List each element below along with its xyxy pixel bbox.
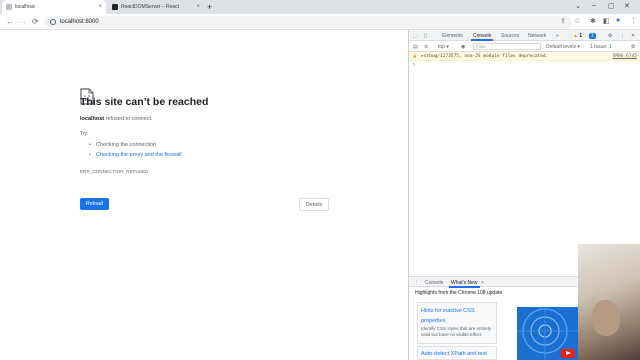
tab-title: ReactDOMServer – React [121,4,180,10]
devtools-tabbar: ⬚ ▯ Elements Console Sources Network » ▲… [409,30,640,41]
gear-icon[interactable]: ⚙ [608,33,612,39]
error-message-rest: refused to connect. [104,116,153,122]
card-title[interactable]: Hints for inactive CSS properties [421,306,493,326]
details-button[interactable]: Details [299,198,329,211]
card-description: Identify CSS styles that are entirely va… [421,326,492,337]
device-toolbar-icon[interactable]: ▯ [424,33,427,39]
warning-source-link[interactable]: VM86:6745 [613,54,637,59]
eye-icon[interactable]: ◉ [461,44,465,50]
share-icon[interactable]: ⇪ [560,17,566,25]
tab-console[interactable]: Console [470,33,494,41]
sidebar-toggle-icon[interactable]: ▤ [413,44,418,50]
close-window-button[interactable]: ✕ [624,2,630,10]
tab-reactdomserver[interactable]: ReactDOMServer – React × [108,0,204,14]
react-icon [112,4,118,10]
sidebar-icon[interactable]: ◧ [603,17,610,25]
whats-new-card[interactable]: Hints for inactive CSS properties Identi… [417,302,497,344]
drawer-menu-icon[interactable]: ⋮ [414,280,419,286]
tab-network[interactable]: Network [528,33,546,39]
issues-count-badge[interactable]: 1 [589,33,596,39]
inspect-icon[interactable]: ⬚ [413,33,418,39]
clear-console-icon[interactable]: ⊘ [424,44,428,50]
console-settings-icon[interactable]: ⚙ [631,44,635,50]
url-text: localhost:8000 [60,19,99,25]
card-title[interactable]: Auto-detect XPath and text [421,350,493,358]
tab-strip: localhost × ReactDOMServer – React × + ⌄… [0,0,640,14]
suggestion-check-proxy-link[interactable]: Checking the proxy and the firewall [89,152,182,158]
play-icon[interactable] [561,349,575,358]
issues-button[interactable]: 1 Issue: 1 [590,44,612,50]
error-message: localhost refused to connect. [80,116,152,122]
whats-new-video-thumbnail[interactable] [517,307,585,360]
warning-icon: ▲ [573,33,578,39]
context-select[interactable]: top ▾ [438,44,449,50]
info-icon[interactable] [50,19,56,25]
warning-count-badge[interactable]: ▲ 1 [573,33,582,39]
profile-icon[interactable]: ● [616,17,620,24]
warning-icon: ▲ [413,53,417,59]
address-bar[interactable]: localhost:8000 [44,16,572,28]
console-filter-input[interactable]: Filter [473,43,541,50]
whats-new-heading: Highlights from the Chrome 108 update [415,290,503,296]
kebab-menu-icon[interactable]: ⋮ [620,33,625,39]
forward-icon[interactable]: → [19,17,27,27]
console-prompt[interactable]: › [413,62,415,68]
tab-title: localhost [15,4,35,10]
tab-sources[interactable]: Sources [501,33,519,39]
drawer-tab-console[interactable]: Console [425,280,443,286]
tab-elements[interactable]: Elements [442,33,463,39]
reload-icon[interactable]: ⟳ [32,17,39,27]
presenter-face [592,300,620,336]
console-filterbar: ▤ ⊘ top ▾ ◉ Filter Default levels ▾ 1 Is… [409,41,640,52]
error-page [0,30,408,360]
error-host: localhost [80,116,105,122]
console-warning-row: ▲ ▸crbug/1173575, non-JS module files de… [409,52,640,61]
close-icon[interactable]: × [481,280,484,286]
menu-icon[interactable]: ⋮ [630,17,637,25]
close-icon[interactable]: × [196,4,200,10]
log-levels-select[interactable]: Default levels ▾ [546,44,580,50]
tab-localhost[interactable]: localhost × [2,0,106,14]
extensions-icon[interactable]: ✱ [590,17,596,25]
close-icon[interactable]: × [98,4,102,10]
drawer-tab-whats-new[interactable]: What's New [449,280,480,288]
globe-icon [6,4,12,10]
suggestion-check-connection: Checking the connection [89,142,156,148]
more-tabs-button[interactable]: » [556,33,559,39]
warning-message[interactable]: ▸crbug/1173575, non-JS module files depr… [421,54,548,59]
minimize-button[interactable]: – [592,2,596,9]
webcam-overlay [578,244,640,360]
star-icon[interactable]: ☆ [574,17,580,25]
error-code: ERR_CONNECTION_REFUSED [80,169,149,174]
reload-button[interactable]: Reload [80,198,109,210]
error-title: This site can’t be reached [80,96,209,108]
maximize-button[interactable]: ▢ [608,2,615,10]
new-tab-button[interactable]: + [207,2,212,12]
chevron-down-icon[interactable]: ⌄ [575,2,581,10]
browser-toolbar: ← → ⟳ localhost:8000 ⇪ ☆ ✱ ◧ ● ⋮ [0,14,640,30]
whats-new-card[interactable]: Auto-detect XPath and text [417,346,497,360]
back-icon[interactable]: ← [6,17,14,27]
close-devtools-icon[interactable]: ✕ [631,33,635,39]
try-label: Try: [80,131,89,137]
